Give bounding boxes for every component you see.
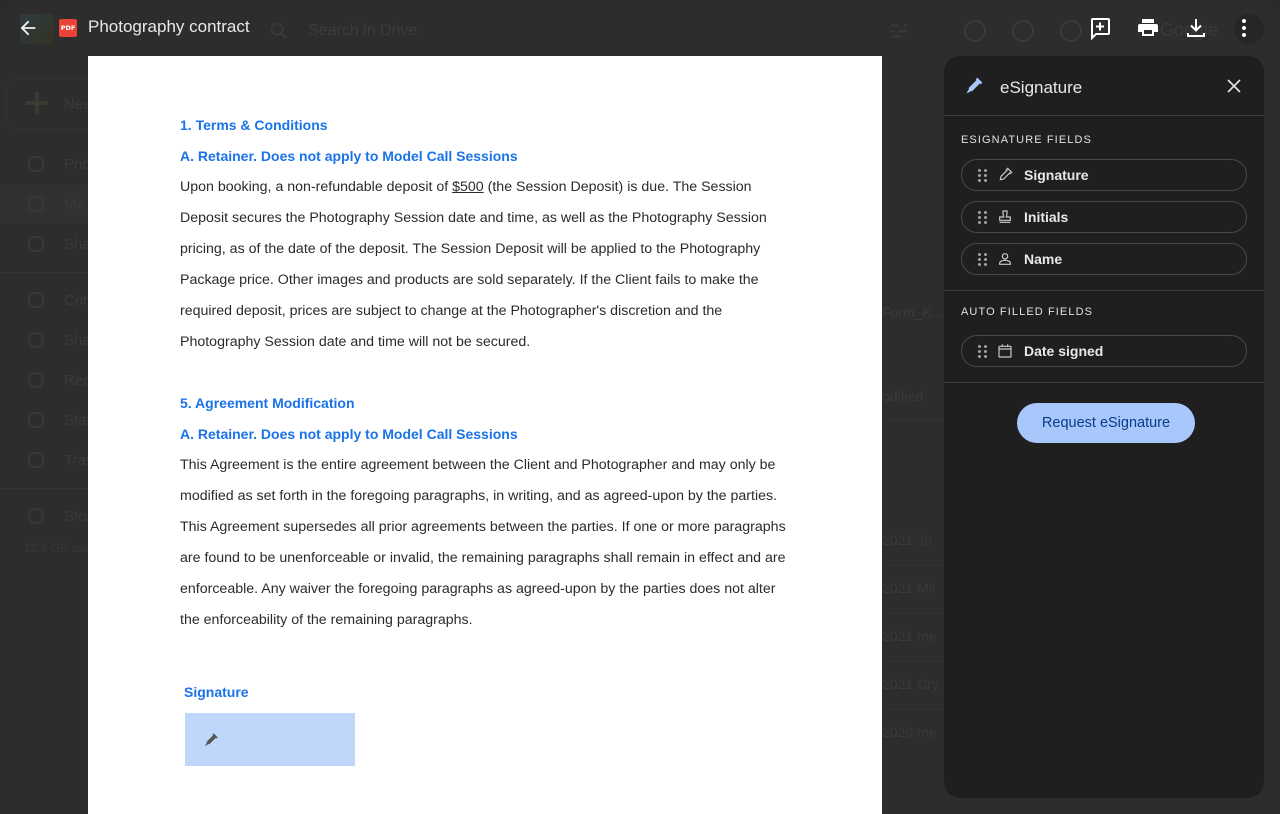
auto-filled-fields-label: AUTO FILLED FIELDS: [961, 306, 1094, 318]
computers-icon: [28, 292, 44, 308]
field-name[interactable]: Name: [961, 243, 1247, 275]
plus-icon: [26, 92, 48, 114]
close-icon: [1227, 79, 1241, 93]
star-icon: [28, 412, 44, 428]
shared-drives-icon: [28, 236, 44, 252]
body-text: Upon booking, a non-refundable deposit o…: [180, 179, 453, 195]
download-icon: [1187, 19, 1205, 37]
my-drive-icon: [28, 196, 44, 212]
recent-icon: [28, 372, 44, 388]
signature-field[interactable]: [185, 713, 355, 766]
print-icon: [1138, 19, 1158, 36]
row-divider: [882, 565, 944, 566]
shared-with-me-icon: [28, 332, 44, 348]
bg-file-name: Form_K...: [882, 304, 944, 320]
back-button[interactable]: [14, 14, 42, 42]
pdf-viewer-window: Search in Drive Google New Priority My D…: [0, 0, 1280, 814]
esignature-panel: eSignature ESIGNATURE FIELDS Signature I…: [944, 56, 1264, 798]
more-options-button[interactable]: [1230, 14, 1258, 42]
document-title: Photography contract: [88, 17, 250, 36]
priority-icon: [28, 156, 44, 172]
drag-handle-icon[interactable]: [978, 168, 988, 182]
section-1-heading: 1. Terms & Conditions: [180, 117, 328, 133]
field-label: Name: [1024, 251, 1063, 267]
bg-row: 2021 Jo: [882, 532, 932, 548]
deposit-amount: $500: [452, 179, 484, 195]
field-signature[interactable]: Signature: [961, 159, 1247, 191]
row-divider: [882, 661, 944, 662]
field-date-signed[interactable]: Date signed: [961, 335, 1247, 367]
pdf-page: 1. Terms & Conditions A. Retainer. Does …: [88, 56, 882, 814]
viewer-toolbar: PDF Photography contract: [0, 0, 1280, 56]
download-button[interactable]: [1182, 14, 1210, 42]
section-1-subheading: A. Retainer. Does not apply to Model Cal…: [180, 148, 518, 164]
print-button[interactable]: [1134, 14, 1162, 42]
panel-header: eSignature: [944, 56, 1264, 116]
bg-row: 2021 Cry: [882, 676, 939, 692]
signature-label: Signature: [184, 684, 249, 700]
bg-row: 2021 me: [882, 628, 937, 644]
bg-column-header: odified: [882, 388, 924, 404]
arrow-back-icon: [20, 20, 36, 36]
signature-pen-icon: [205, 733, 218, 746]
add-comment-icon: [1091, 18, 1110, 40]
pdf-file-icon: PDF: [59, 19, 77, 37]
section-5-subheading: A. Retainer. Does not apply to Model Cal…: [180, 426, 518, 442]
add-comment-button[interactable]: [1086, 14, 1114, 42]
calendar-icon: [998, 344, 1012, 358]
nav-divider: [0, 272, 100, 273]
drag-handle-icon[interactable]: [978, 252, 988, 266]
field-label: Signature: [1024, 167, 1089, 183]
section-5-body: This Agreement is the entire agreement b…: [180, 457, 786, 628]
field-label: Date signed: [1024, 343, 1104, 359]
signature-pen-icon: [999, 167, 1013, 181]
storage-used: 12.3 GB used: [24, 541, 98, 555]
esignature-fields-label: ESIGNATURE FIELDS: [961, 134, 1092, 146]
cloud-icon: [28, 508, 44, 524]
bg-row: 2020 me: [882, 724, 937, 740]
nav-divider: [0, 488, 100, 489]
drag-handle-icon[interactable]: [978, 210, 988, 224]
row-divider: [882, 613, 944, 614]
bg-row: 2021 Mil: [882, 580, 935, 596]
body-text: (the Session Deposit) is due. The Sessio…: [180, 179, 767, 350]
field-initials[interactable]: Initials: [961, 201, 1247, 233]
section-divider: [944, 290, 1264, 291]
field-label: Initials: [1024, 209, 1069, 225]
person-icon: [999, 253, 1011, 265]
stamp-icon: [999, 210, 1011, 223]
section-divider: [944, 382, 1264, 383]
more-vert-icon: [1242, 19, 1246, 37]
request-esignature-button[interactable]: Request eSignature: [1017, 403, 1195, 443]
row-divider: [882, 709, 944, 710]
trash-icon: [28, 452, 44, 468]
drag-handle-icon[interactable]: [978, 344, 988, 358]
close-panel-button[interactable]: [1222, 74, 1246, 98]
section-1-body: Upon booking, a non-refundable deposit o…: [180, 172, 800, 358]
signature-pen-icon: [966, 77, 983, 94]
section-5-heading: 5. Agreement Modification: [180, 395, 355, 411]
row-divider: [882, 420, 944, 421]
panel-title: eSignature: [1000, 78, 1083, 97]
